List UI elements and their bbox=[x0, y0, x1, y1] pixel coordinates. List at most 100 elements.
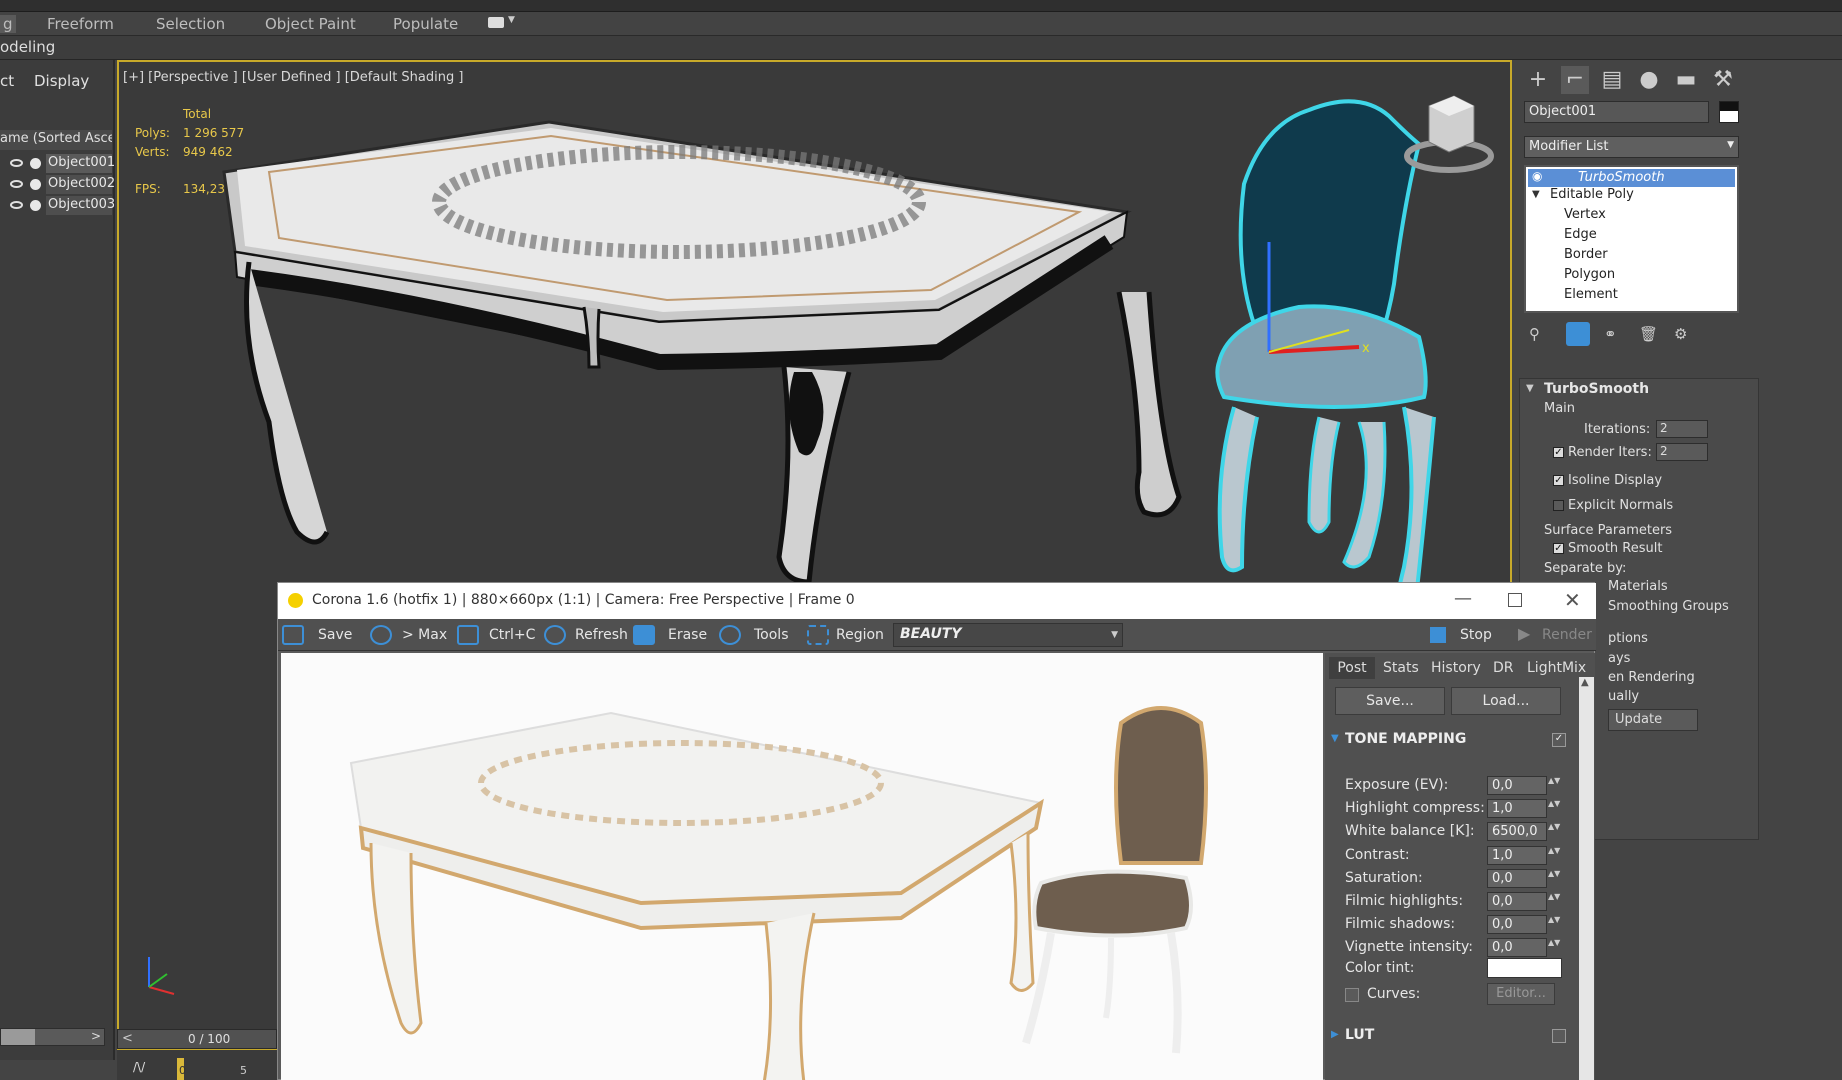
object-name[interactable]: Object002 bbox=[46, 175, 115, 194]
explorer-row[interactable]: Object001 bbox=[0, 153, 115, 174]
panel-scrollbar[interactable]: ▲ bbox=[1579, 677, 1594, 1080]
vfb-render-button[interactable]: Render bbox=[1542, 623, 1592, 647]
object-name[interactable]: Object003 bbox=[46, 196, 115, 215]
region-icon[interactable] bbox=[807, 625, 829, 645]
utilities-icon[interactable]: ⚒ bbox=[1709, 66, 1737, 94]
always-label[interactable]: ays bbox=[1608, 651, 1630, 666]
create-icon[interactable]: + bbox=[1524, 66, 1552, 94]
lut-header[interactable]: LUT bbox=[1345, 1027, 1374, 1043]
to-max-icon[interactable] bbox=[370, 625, 392, 645]
maximize-icon[interactable] bbox=[1508, 593, 1522, 607]
render-iters-spinner[interactable]: 2 bbox=[1656, 443, 1708, 461]
param-spinner[interactable]: 0,0 bbox=[1487, 892, 1547, 911]
tab-stats[interactable]: Stats bbox=[1383, 657, 1419, 679]
explorer-menu-select[interactable]: ct bbox=[0, 72, 14, 90]
spinner-arrows-icon[interactable]: ▲▼ bbox=[1548, 846, 1560, 865]
spinner-arrows-icon[interactable]: ▲▼ bbox=[1548, 776, 1560, 795]
hierarchy-icon[interactable]: ▤ bbox=[1598, 66, 1626, 94]
spinner-arrows-icon[interactable]: ▲▼ bbox=[1548, 892, 1560, 911]
copy-icon[interactable] bbox=[457, 625, 479, 645]
make-unique-icon[interactable]: ⚭ bbox=[1604, 325, 1617, 343]
post-save-button[interactable]: Save... bbox=[1335, 687, 1445, 715]
display-icon[interactable]: ▬ bbox=[1672, 66, 1700, 94]
update-button[interactable]: Update bbox=[1608, 709, 1698, 731]
vfb-to-max-button[interactable]: > Max bbox=[402, 623, 447, 647]
save-icon[interactable] bbox=[282, 625, 304, 645]
eye-icon[interactable] bbox=[10, 201, 23, 209]
stack-item-edge[interactable]: Edge bbox=[1564, 227, 1597, 242]
minimize-icon[interactable]: — bbox=[1454, 588, 1472, 609]
post-load-button[interactable]: Load... bbox=[1451, 687, 1561, 715]
param-spinner[interactable]: 0,0 bbox=[1487, 938, 1547, 958]
stack-item-border[interactable]: Border bbox=[1564, 247, 1608, 262]
vfb-copy-button[interactable]: Ctrl+C bbox=[489, 623, 535, 647]
lut-expand-icon[interactable]: ▶ bbox=[1331, 1029, 1339, 1040]
configure-sets-icon[interactable]: ⚙ bbox=[1674, 325, 1687, 343]
explorer-row[interactable]: Object002 bbox=[0, 174, 115, 195]
render-dot-icon[interactable] bbox=[30, 179, 41, 190]
render-pass-select[interactable]: BEAUTY ▼ bbox=[893, 623, 1123, 647]
rollout-title[interactable]: TurboSmooth bbox=[1544, 381, 1649, 397]
curves-editor-button[interactable]: Editor... bbox=[1487, 983, 1555, 1005]
vfb-stop-button[interactable]: Stop bbox=[1460, 623, 1492, 647]
play-icon[interactable]: ▶ bbox=[1518, 624, 1530, 643]
spinner-arrows-icon[interactable]: ▲▼ bbox=[1548, 869, 1560, 888]
table-model[interactable] bbox=[222, 120, 1182, 585]
param-spinner[interactable]: 1,0 bbox=[1487, 845, 1547, 865]
explorer-column-header[interactable]: ame (Sorted Ascen bbox=[0, 130, 112, 150]
show-end-result-icon[interactable] bbox=[1566, 322, 1590, 346]
scroll-right-icon[interactable]: > bbox=[91, 1029, 101, 1043]
explorer-menu-display[interactable]: Display bbox=[34, 72, 89, 90]
stop-icon[interactable] bbox=[1430, 627, 1446, 643]
eye-icon[interactable]: ◉ bbox=[1532, 169, 1542, 183]
render-image[interactable] bbox=[281, 653, 1323, 1080]
tab-post[interactable]: Post bbox=[1329, 657, 1375, 679]
isoline-checkbox[interactable]: ✓ bbox=[1553, 475, 1564, 486]
iterations-spinner[interactable]: 2 bbox=[1656, 420, 1708, 438]
param-spinner[interactable]: 0,0 bbox=[1487, 915, 1547, 935]
stack-item-editable-poly[interactable]: Editable Poly bbox=[1550, 187, 1634, 202]
stack-item-element[interactable]: Element bbox=[1564, 287, 1618, 302]
eye-icon[interactable] bbox=[10, 180, 23, 188]
ribbon-tab-populate[interactable]: Populate bbox=[393, 15, 458, 33]
object-name[interactable]: Object001 bbox=[46, 154, 115, 173]
vfb-titlebar[interactable]: Corona 1.6 (hotfix 1) | 880×660px (1:1) … bbox=[278, 583, 1596, 619]
chair-model[interactable]: x bbox=[1215, 99, 1436, 632]
color-tint-swatch[interactable] bbox=[1487, 958, 1562, 978]
scrollbar-thumb[interactable] bbox=[1, 1029, 35, 1045]
track-bar[interactable]: /\/ 0 5 bbox=[117, 1050, 277, 1080]
gear-icon[interactable] bbox=[719, 625, 741, 645]
erase-icon[interactable] bbox=[633, 625, 655, 645]
tab-lightmix[interactable]: LightMix bbox=[1527, 657, 1586, 679]
when-rendering-label[interactable]: en Rendering bbox=[1608, 670, 1695, 685]
smooth-result-checkbox[interactable]: ✓ bbox=[1553, 543, 1564, 554]
explorer-row[interactable]: Object003 bbox=[0, 195, 115, 216]
tone-mapping-checkbox[interactable]: ✓ bbox=[1552, 733, 1566, 747]
param-spinner[interactable]: 1,0 bbox=[1487, 799, 1547, 819]
tab-history[interactable]: History bbox=[1431, 657, 1481, 679]
vfb-tools-button[interactable]: Tools bbox=[754, 623, 789, 647]
ribbon-dropdown-arrow-icon[interactable]: ▼ bbox=[508, 15, 515, 25]
stack-item-vertex[interactable]: Vertex bbox=[1564, 207, 1606, 222]
refresh-icon[interactable] bbox=[544, 625, 566, 645]
object-name-field[interactable]: Object001 bbox=[1524, 101, 1709, 123]
section-collapse-icon[interactable]: ▼ bbox=[1331, 733, 1339, 744]
trash-icon[interactable]: 🗑 bbox=[1639, 325, 1658, 343]
collapse-triangle-icon[interactable]: ▼ bbox=[1532, 189, 1540, 200]
object-color-swatch[interactable] bbox=[1719, 101, 1739, 123]
tab-dr[interactable]: DR bbox=[1493, 657, 1514, 679]
vfb-refresh-button[interactable]: Refresh bbox=[575, 623, 628, 647]
curves-checkbox[interactable] bbox=[1345, 988, 1359, 1002]
lut-checkbox[interactable] bbox=[1552, 1029, 1566, 1043]
param-spinner[interactable]: 0,0 bbox=[1487, 868, 1547, 888]
spinner-arrows-icon[interactable]: ▲▼ bbox=[1548, 799, 1560, 818]
modify-icon[interactable]: ⌐ bbox=[1561, 66, 1589, 94]
materials-label[interactable]: Materials bbox=[1608, 579, 1668, 594]
spinner-arrows-icon[interactable]: ▲▼ bbox=[1548, 915, 1560, 934]
rollout-collapse-icon[interactable]: ▼ bbox=[1526, 383, 1534, 394]
tone-mapping-header[interactable]: TONE MAPPING bbox=[1345, 731, 1466, 747]
scroll-up-icon[interactable]: ▲ bbox=[1581, 677, 1589, 688]
spinner-arrows-icon[interactable]: ▲▼ bbox=[1548, 938, 1560, 957]
explorer-scrollbar[interactable]: > bbox=[0, 1028, 105, 1046]
ribbon-tab-freeform[interactable]: Freeform bbox=[47, 15, 114, 33]
